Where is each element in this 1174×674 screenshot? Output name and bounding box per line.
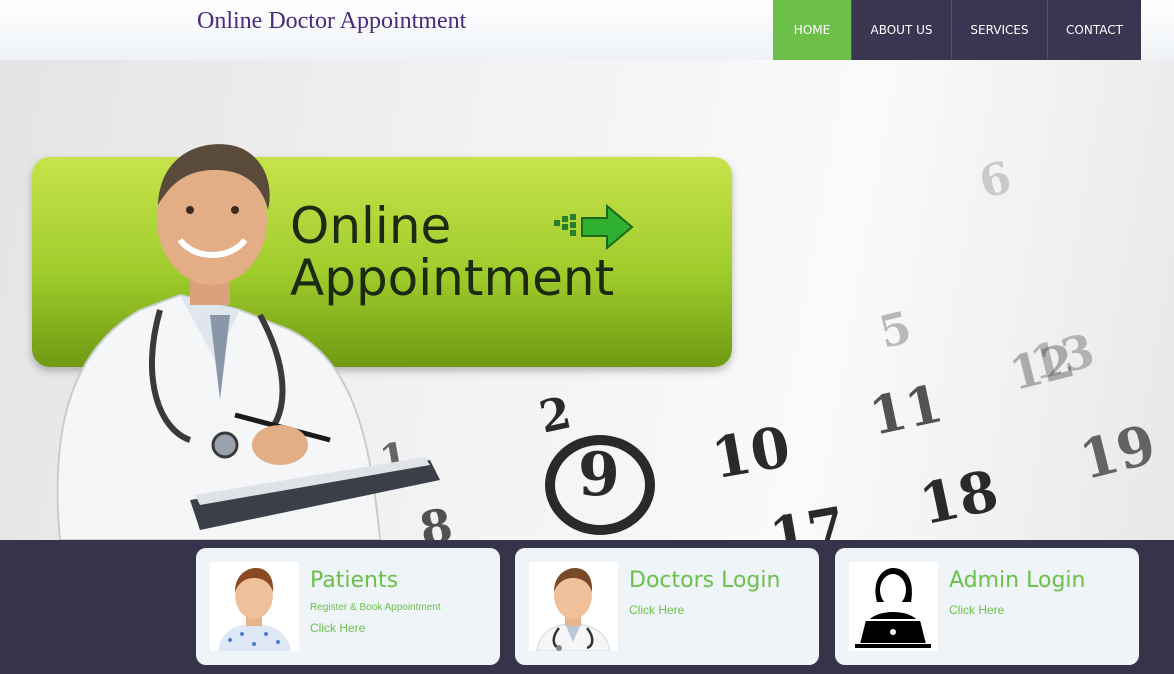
calendar-number: 19	[1073, 411, 1162, 493]
calendar-number: 18	[913, 457, 1004, 539]
calendar-number: 5	[874, 302, 917, 359]
calendar-number: 10	[706, 413, 796, 493]
nav-home[interactable]: HOME	[773, 0, 851, 60]
main-nav: HOME ABOUT US SERVICES CONTACT	[773, 0, 1141, 60]
admin-login-title: Admin Login	[949, 568, 1086, 593]
admin-login-card[interactable]: Admin Login Click Here	[835, 548, 1139, 665]
calendar-number: 2	[535, 387, 576, 444]
arrow-right-icon	[554, 203, 634, 251]
admin-click-here-link[interactable]: Click Here	[949, 603, 1004, 617]
patient-icon	[210, 562, 299, 651]
patients-subtitle: Register & Book Appointment	[310, 602, 441, 613]
doctors-click-here-link[interactable]: Click Here	[629, 603, 684, 617]
nav-contact[interactable]: CONTACT	[1047, 0, 1141, 60]
calendar-number: 13	[1024, 323, 1100, 391]
nav-about-us[interactable]: ABOUT US	[851, 0, 951, 60]
doctor-icon	[529, 562, 618, 651]
calendar-number: 6	[974, 152, 1017, 209]
patients-click-here-link[interactable]: Click Here	[310, 621, 365, 635]
login-panel: Patients Register & Book Appointment Cli…	[0, 540, 1174, 674]
nav-services[interactable]: SERVICES	[951, 0, 1047, 60]
calendar-number: 9	[578, 440, 620, 510]
doctor-illustration	[56, 144, 440, 540]
hero-image: 2 1 9 10 11 12 13 18 17 8 19 5 6 Online …	[0, 60, 1174, 540]
admin-icon	[849, 562, 938, 651]
calendar-number: 11	[864, 373, 948, 448]
calendar-number: 17	[765, 493, 851, 540]
doctors-login-card[interactable]: Doctors Login Click Here	[515, 548, 819, 665]
site-header: Online Doctor Appointment HOME ABOUT US …	[0, 0, 1174, 60]
doctors-login-title: Doctors Login	[629, 568, 781, 593]
patients-title: Patients	[310, 568, 399, 593]
site-title: Online Doctor Appointment	[197, 8, 467, 34]
patients-card[interactable]: Patients Register & Book Appointment Cli…	[196, 548, 500, 665]
